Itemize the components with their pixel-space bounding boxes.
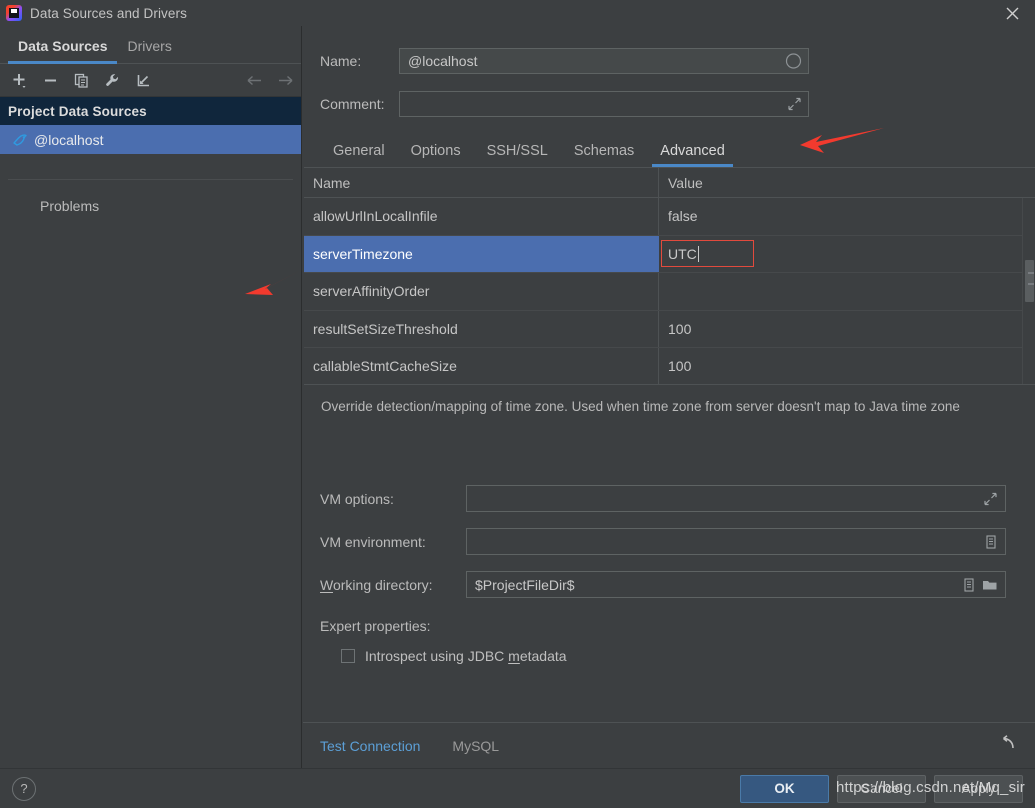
arrow-right-icon[interactable] xyxy=(270,66,301,94)
scrollbar-marks-icon xyxy=(1028,268,1035,292)
property-value[interactable]: false xyxy=(659,198,1035,235)
name-input-value: @localhost xyxy=(408,52,478,69)
property-name: callableStmtCacheSize xyxy=(304,348,659,384)
working-directory-input[interactable]: $ProjectFileDir$ xyxy=(466,571,1006,598)
tab-schemas[interactable]: Schemas xyxy=(561,143,647,167)
property-name: serverTimezone xyxy=(304,235,659,272)
list-icon[interactable] xyxy=(962,577,976,592)
tab-options[interactable]: Options xyxy=(398,143,474,167)
sidebar-toolbar xyxy=(0,64,301,97)
detail-tab-bar: General Options SSH/SSL Schemas Advanced xyxy=(303,133,1035,167)
close-icon[interactable] xyxy=(989,0,1035,26)
name-input[interactable]: @localhost xyxy=(399,47,809,74)
introspect-jdbc-metadata-label: Introspect using JDBC metadata xyxy=(365,648,567,664)
expand-icon[interactable] xyxy=(983,491,998,506)
property-value[interactable]: UTC xyxy=(659,235,1035,272)
sidebar-item-label: @localhost xyxy=(34,131,104,148)
introspect-jdbc-metadata-checkbox[interactable] xyxy=(341,649,355,663)
test-connection-link[interactable]: Test Connection xyxy=(320,738,420,754)
table-row[interactable]: allowUrlInLocalInfile false xyxy=(304,198,1035,236)
sidebar-history-nav xyxy=(239,66,301,94)
detail-panel: Name: @localhost Comment: General Option… xyxy=(303,26,1035,768)
vm-environment-input[interactable] xyxy=(466,528,1006,555)
advanced-properties-table: Name Value allowUrlInLocalInfile false s… xyxy=(304,167,1035,385)
working-directory-label: Working directory: xyxy=(320,576,433,593)
sidebar-tab-data-sources[interactable]: Data Sources xyxy=(8,38,118,64)
table-row[interactable]: callableStmtCacheSize 100 xyxy=(304,348,1035,384)
vm-options-row: VM options: xyxy=(303,477,1035,520)
list-icon[interactable] xyxy=(984,534,998,549)
data-sources-and-drivers-dialog: Data Sources and Drivers Data Sources Dr… xyxy=(0,0,1035,808)
name-row: Name: @localhost xyxy=(303,39,1035,82)
introspect-jdbc-metadata-checkbox-row[interactable]: Introspect using JDBC metadata xyxy=(303,648,1035,664)
sidebar-group-header: Project Data Sources xyxy=(0,97,301,125)
driver-name-label: MySQL xyxy=(452,737,500,754)
sidebar-tab-drivers[interactable]: Drivers xyxy=(117,38,181,63)
help-button[interactable]: ? xyxy=(12,776,36,801)
wrench-icon[interactable] xyxy=(97,66,128,94)
property-name: resultSetSizeThreshold xyxy=(304,310,659,347)
color-circle-icon[interactable] xyxy=(785,52,802,69)
arrow-left-icon[interactable] xyxy=(239,66,270,94)
import-icon[interactable] xyxy=(128,66,159,94)
tab-ssh-ssl[interactable]: SSH/SSL xyxy=(474,143,561,167)
property-value-editor-text: UTC xyxy=(668,245,697,262)
property-value[interactable] xyxy=(659,273,1035,310)
sidebar-divider xyxy=(8,179,293,180)
comment-row: Comment: xyxy=(303,82,1035,125)
expert-properties-label: Expert properties: xyxy=(320,618,431,634)
text-caret xyxy=(697,245,699,262)
folder-icon[interactable] xyxy=(982,578,998,592)
ok-button[interactable]: OK xyxy=(740,774,829,803)
column-header-name[interactable]: Name xyxy=(304,168,659,197)
property-name: serverAffinityOrder xyxy=(304,273,659,310)
property-value-editor[interactable]: UTC xyxy=(661,240,754,268)
window-title: Data Sources and Drivers xyxy=(30,5,187,21)
comment-label: Comment: xyxy=(320,95,385,112)
property-value[interactable]: 100 xyxy=(659,348,1035,384)
tab-general[interactable]: General xyxy=(320,143,398,167)
test-connection-bar: Test Connection MySQL xyxy=(303,722,1035,768)
table-row[interactable]: serverAffinityOrder xyxy=(304,273,1035,311)
add-icon[interactable] xyxy=(4,66,35,94)
column-header-value[interactable]: Value xyxy=(659,168,1035,197)
sidebar-problems-header[interactable]: Problems xyxy=(0,198,301,214)
working-directory-row: Working directory: $ProjectFileDir$ xyxy=(303,563,1035,606)
watermark-text: https://blog.csdn.net/Mq_sir xyxy=(835,779,1025,796)
tab-advanced[interactable]: Advanced xyxy=(647,143,738,167)
intellij-idea-icon xyxy=(6,5,22,21)
working-directory-value: $ProjectFileDir$ xyxy=(475,576,575,593)
copy-icon[interactable] xyxy=(66,66,97,94)
mysql-dolphin-icon xyxy=(12,132,28,148)
vm-environment-label: VM environment: xyxy=(320,533,426,550)
vm-options-label: VM options: xyxy=(320,490,394,507)
property-value[interactable]: 100 xyxy=(659,311,1035,348)
sidebar: Data Sources Drivers Project Data Source… xyxy=(0,26,302,768)
table-header-row: Name Value xyxy=(304,168,1035,198)
remove-icon[interactable] xyxy=(35,66,66,94)
comment-input[interactable] xyxy=(399,90,809,117)
property-description: Override detection/mapping of time zone.… xyxy=(321,399,960,414)
vm-options-input[interactable] xyxy=(466,485,1006,512)
property-name: allowUrlInLocalInfile xyxy=(304,198,659,235)
name-label: Name: xyxy=(320,52,362,69)
expand-icon[interactable] xyxy=(787,96,802,111)
title-bar: Data Sources and Drivers xyxy=(0,0,1035,26)
table-row[interactable]: serverTimezone UTC xyxy=(304,235,1035,273)
table-row[interactable]: resultSetSizeThreshold 100 xyxy=(304,310,1035,348)
sidebar-tab-bar: Data Sources Drivers xyxy=(0,26,301,64)
sidebar-item-localhost[interactable]: @localhost xyxy=(0,125,301,154)
vm-environment-row: VM environment: xyxy=(303,520,1035,563)
reset-arrow-icon[interactable] xyxy=(999,734,1017,757)
